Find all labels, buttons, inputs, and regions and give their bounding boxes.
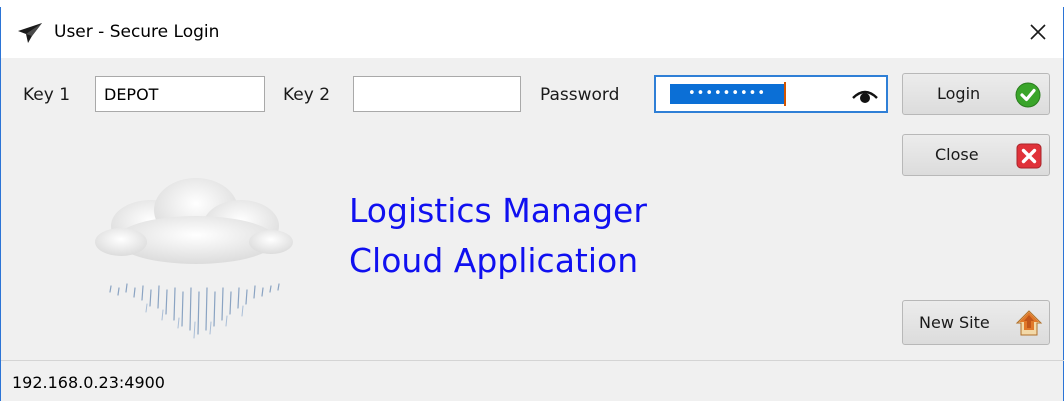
window-title: User - Secure Login bbox=[54, 22, 220, 42]
key2-label: Key 2 bbox=[283, 85, 331, 105]
password-masked-text: ••••••••• bbox=[670, 84, 784, 104]
new-site-button-label: New Site bbox=[919, 313, 990, 332]
new-site-button[interactable]: New Site bbox=[902, 300, 1050, 345]
login-panel: Key 1 Key 2 Password ••••••••• Login Clo… bbox=[0, 58, 1064, 401]
brand-title-line2: Cloud Application bbox=[349, 241, 639, 280]
close-button-label: Close bbox=[935, 145, 979, 164]
password-input[interactable]: ••••••••• bbox=[654, 75, 888, 113]
window-top-edge bbox=[0, 0, 1064, 7]
status-divider bbox=[1, 360, 1064, 361]
check-circle-icon bbox=[1015, 82, 1041, 108]
login-window: User - Secure Login Key 1 Key 2 Password… bbox=[0, 0, 1064, 401]
brand-title-line1: Logistics Manager bbox=[349, 191, 647, 230]
key1-label: Key 1 bbox=[23, 85, 71, 105]
key2-input[interactable] bbox=[353, 76, 521, 112]
login-button-label: Login bbox=[937, 84, 981, 103]
status-address: 192.168.0.23:4900 bbox=[12, 373, 165, 392]
rain-cloud-icon bbox=[95, 178, 293, 339]
title-bar[interactable]: User - Secure Login bbox=[0, 7, 1064, 58]
house-arrow-icon bbox=[1015, 310, 1043, 336]
close-button[interactable]: Close bbox=[902, 134, 1050, 176]
eye-icon[interactable] bbox=[852, 86, 878, 104]
paper-plane-icon bbox=[18, 23, 42, 43]
key1-input[interactable] bbox=[95, 76, 265, 112]
password-label: Password bbox=[540, 85, 620, 105]
red-x-icon bbox=[1016, 143, 1042, 169]
login-button[interactable]: Login bbox=[902, 73, 1050, 115]
text-caret bbox=[784, 82, 786, 106]
close-icon[interactable] bbox=[1023, 17, 1053, 47]
